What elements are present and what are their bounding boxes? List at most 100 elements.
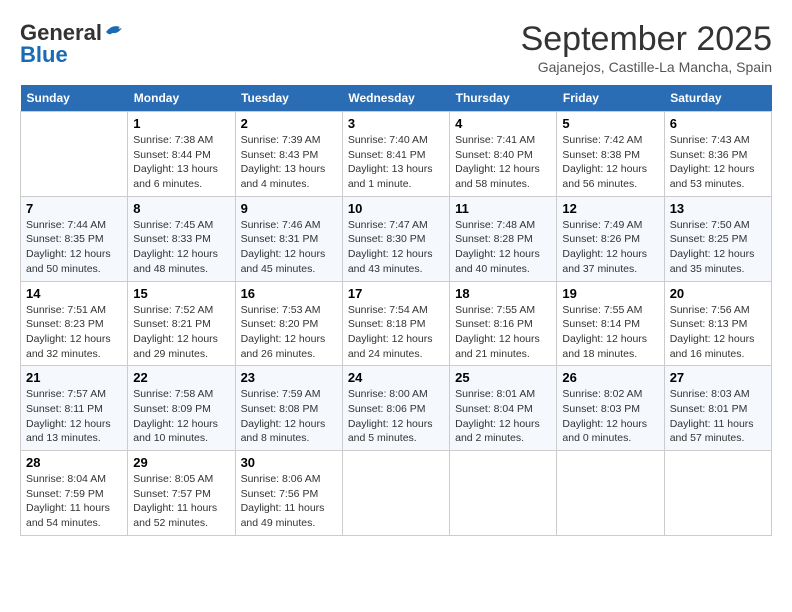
day-number: 22	[133, 370, 229, 385]
calendar-cell: 19 Sunrise: 7:55 AMSunset: 8:14 PMDayligh…	[557, 281, 664, 366]
day-number: 5	[562, 116, 658, 131]
day-info: Sunrise: 7:50 AMSunset: 8:25 PMDaylight:…	[670, 218, 766, 277]
day-number: 21	[26, 370, 122, 385]
day-number: 8	[133, 201, 229, 216]
day-info: Sunrise: 7:39 AMSunset: 8:43 PMDaylight:…	[241, 133, 337, 192]
calendar-cell: 27 Sunrise: 8:03 AMSunset: 8:01 PMDayligh…	[664, 366, 771, 451]
day-info: Sunrise: 7:45 AMSunset: 8:33 PMDaylight:…	[133, 218, 229, 277]
calendar-cell: 14Sunrise: 7:51 AMSunset: 8:23 PMDayligh…	[21, 281, 128, 366]
day-info: Sunrise: 7:58 AMSunset: 8:09 PMDaylight:…	[133, 387, 229, 446]
day-info: Sunrise: 8:03 AMSunset: 8:01 PMDaylight:…	[670, 387, 766, 446]
day-number: 3	[348, 116, 444, 131]
calendar-cell: 12 Sunrise: 7:49 AMSunset: 8:26 PMDayligh…	[557, 196, 664, 281]
day-info: Sunrise: 8:05 AMSunset: 7:57 PMDaylight:…	[133, 472, 229, 531]
calendar-cell: 8 Sunrise: 7:45 AMSunset: 8:33 PMDaylight…	[128, 196, 235, 281]
day-info: Sunrise: 7:46 AMSunset: 8:31 PMDaylight:…	[241, 218, 337, 277]
day-number: 1	[133, 116, 229, 131]
weekday-header-saturday: Saturday	[664, 85, 771, 112]
calendar-cell: 10Sunrise: 7:47 AMSunset: 8:30 PMDayligh…	[342, 196, 449, 281]
day-number: 13	[670, 201, 766, 216]
calendar-cell	[557, 451, 664, 536]
day-number: 26	[562, 370, 658, 385]
calendar-cell: 29 Sunrise: 8:05 AMSunset: 7:57 PMDayligh…	[128, 451, 235, 536]
calendar-cell: 23 Sunrise: 7:59 AMSunset: 8:08 PMDayligh…	[235, 366, 342, 451]
month-title: September 2025	[521, 20, 772, 59]
calendar-cell: 18 Sunrise: 7:55 AMSunset: 8:16 PMDayligh…	[450, 281, 557, 366]
calendar-cell	[21, 112, 128, 197]
day-number: 27	[670, 370, 766, 385]
day-info: Sunrise: 7:49 AMSunset: 8:26 PMDaylight:…	[562, 218, 658, 277]
title-block: September 2025 Gajanejos, Castille-La Ma…	[521, 20, 772, 75]
calendar-cell: 6Sunrise: 7:43 AMSunset: 8:36 PMDaylight…	[664, 112, 771, 197]
day-info: Sunrise: 7:56 AMSunset: 8:13 PMDaylight:…	[670, 303, 766, 362]
calendar-cell: 26 Sunrise: 8:02 AMSunset: 8:03 PMDayligh…	[557, 366, 664, 451]
calendar-cell: 30 Sunrise: 8:06 AMSunset: 7:56 PMDayligh…	[235, 451, 342, 536]
day-info: Sunrise: 8:00 AMSunset: 8:06 PMDaylight:…	[348, 387, 444, 446]
day-number: 24	[348, 370, 444, 385]
day-info: Sunrise: 7:55 AMSunset: 8:16 PMDaylight:…	[455, 303, 551, 362]
weekday-header-thursday: Thursday	[450, 85, 557, 112]
location-subtitle: Gajanejos, Castille-La Mancha, Spain	[521, 59, 772, 75]
weekday-header-wednesday: Wednesday	[342, 85, 449, 112]
day-number: 7	[26, 201, 122, 216]
weekday-header-sunday: Sunday	[21, 85, 128, 112]
day-number: 2	[241, 116, 337, 131]
calendar-cell: 5 Sunrise: 7:42 AMSunset: 8:38 PMDaylight…	[557, 112, 664, 197]
day-number: 25	[455, 370, 551, 385]
calendar-week-row: 1Sunrise: 7:38 AMSunset: 8:44 PMDaylight…	[21, 112, 772, 197]
calendar-week-row: 21 Sunrise: 7:57 AMSunset: 8:11 PMDayligh…	[21, 366, 772, 451]
day-number: 18	[455, 286, 551, 301]
day-info: Sunrise: 7:55 AMSunset: 8:14 PMDaylight:…	[562, 303, 658, 362]
day-number: 15	[133, 286, 229, 301]
calendar-cell: 4 Sunrise: 7:41 AMSunset: 8:40 PMDaylight…	[450, 112, 557, 197]
calendar-cell: 3 Sunrise: 7:40 AMSunset: 8:41 PMDaylight…	[342, 112, 449, 197]
calendar-week-row: 14Sunrise: 7:51 AMSunset: 8:23 PMDayligh…	[21, 281, 772, 366]
day-info: Sunrise: 7:40 AMSunset: 8:41 PMDaylight:…	[348, 133, 444, 192]
calendar-cell: 1Sunrise: 7:38 AMSunset: 8:44 PMDaylight…	[128, 112, 235, 197]
logo: General Blue	[20, 20, 126, 68]
day-number: 23	[241, 370, 337, 385]
day-info: Sunrise: 7:44 AMSunset: 8:35 PMDaylight:…	[26, 218, 122, 277]
calendar-cell: 11 Sunrise: 7:48 AMSunset: 8:28 PMDayligh…	[450, 196, 557, 281]
calendar-cell: 22 Sunrise: 7:58 AMSunset: 8:09 PMDayligh…	[128, 366, 235, 451]
day-number: 10	[348, 201, 444, 216]
logo-bird-icon	[104, 22, 126, 40]
day-info: Sunrise: 8:04 AMSunset: 7:59 PMDaylight:…	[26, 472, 122, 531]
day-info: Sunrise: 7:57 AMSunset: 8:11 PMDaylight:…	[26, 387, 122, 446]
page-header: General Blue September 2025 Gajanejos, C…	[20, 20, 772, 75]
day-info: Sunrise: 7:52 AMSunset: 8:21 PMDaylight:…	[133, 303, 229, 362]
day-info: Sunrise: 7:54 AMSunset: 8:18 PMDaylight:…	[348, 303, 444, 362]
day-info: Sunrise: 7:42 AMSunset: 8:38 PMDaylight:…	[562, 133, 658, 192]
weekday-header-monday: Monday	[128, 85, 235, 112]
calendar-cell: 9 Sunrise: 7:46 AMSunset: 8:31 PMDaylight…	[235, 196, 342, 281]
day-number: 4	[455, 116, 551, 131]
day-number: 28	[26, 455, 122, 470]
calendar-cell	[342, 451, 449, 536]
day-info: Sunrise: 7:43 AMSunset: 8:36 PMDaylight:…	[670, 133, 766, 192]
day-info: Sunrise: 8:06 AMSunset: 7:56 PMDaylight:…	[241, 472, 337, 531]
calendar-cell	[664, 451, 771, 536]
calendar-cell: 20Sunrise: 7:56 AMSunset: 8:13 PMDayligh…	[664, 281, 771, 366]
calendar-cell: 16Sunrise: 7:53 AMSunset: 8:20 PMDayligh…	[235, 281, 342, 366]
calendar-cell	[450, 451, 557, 536]
calendar-table: SundayMondayTuesdayWednesdayThursdayFrid…	[20, 85, 772, 536]
day-number: 9	[241, 201, 337, 216]
day-info: Sunrise: 7:41 AMSunset: 8:40 PMDaylight:…	[455, 133, 551, 192]
calendar-cell: 2 Sunrise: 7:39 AMSunset: 8:43 PMDaylight…	[235, 112, 342, 197]
day-info: Sunrise: 7:59 AMSunset: 8:08 PMDaylight:…	[241, 387, 337, 446]
weekday-header-row: SundayMondayTuesdayWednesdayThursdayFrid…	[21, 85, 772, 112]
calendar-week-row: 7 Sunrise: 7:44 AMSunset: 8:35 PMDaylight…	[21, 196, 772, 281]
calendar-cell: 25 Sunrise: 8:01 AMSunset: 8:04 PMDayligh…	[450, 366, 557, 451]
day-number: 12	[562, 201, 658, 216]
day-number: 19	[562, 286, 658, 301]
calendar-week-row: 28 Sunrise: 8:04 AMSunset: 7:59 PMDayligh…	[21, 451, 772, 536]
calendar-cell: 15 Sunrise: 7:52 AMSunset: 8:21 PMDayligh…	[128, 281, 235, 366]
day-number: 30	[241, 455, 337, 470]
logo-blue: Blue	[20, 42, 68, 68]
day-number: 11	[455, 201, 551, 216]
day-info: Sunrise: 8:02 AMSunset: 8:03 PMDaylight:…	[562, 387, 658, 446]
day-number: 29	[133, 455, 229, 470]
day-info: Sunrise: 7:48 AMSunset: 8:28 PMDaylight:…	[455, 218, 551, 277]
calendar-cell: 13 Sunrise: 7:50 AMSunset: 8:25 PMDayligh…	[664, 196, 771, 281]
day-info: Sunrise: 8:01 AMSunset: 8:04 PMDaylight:…	[455, 387, 551, 446]
